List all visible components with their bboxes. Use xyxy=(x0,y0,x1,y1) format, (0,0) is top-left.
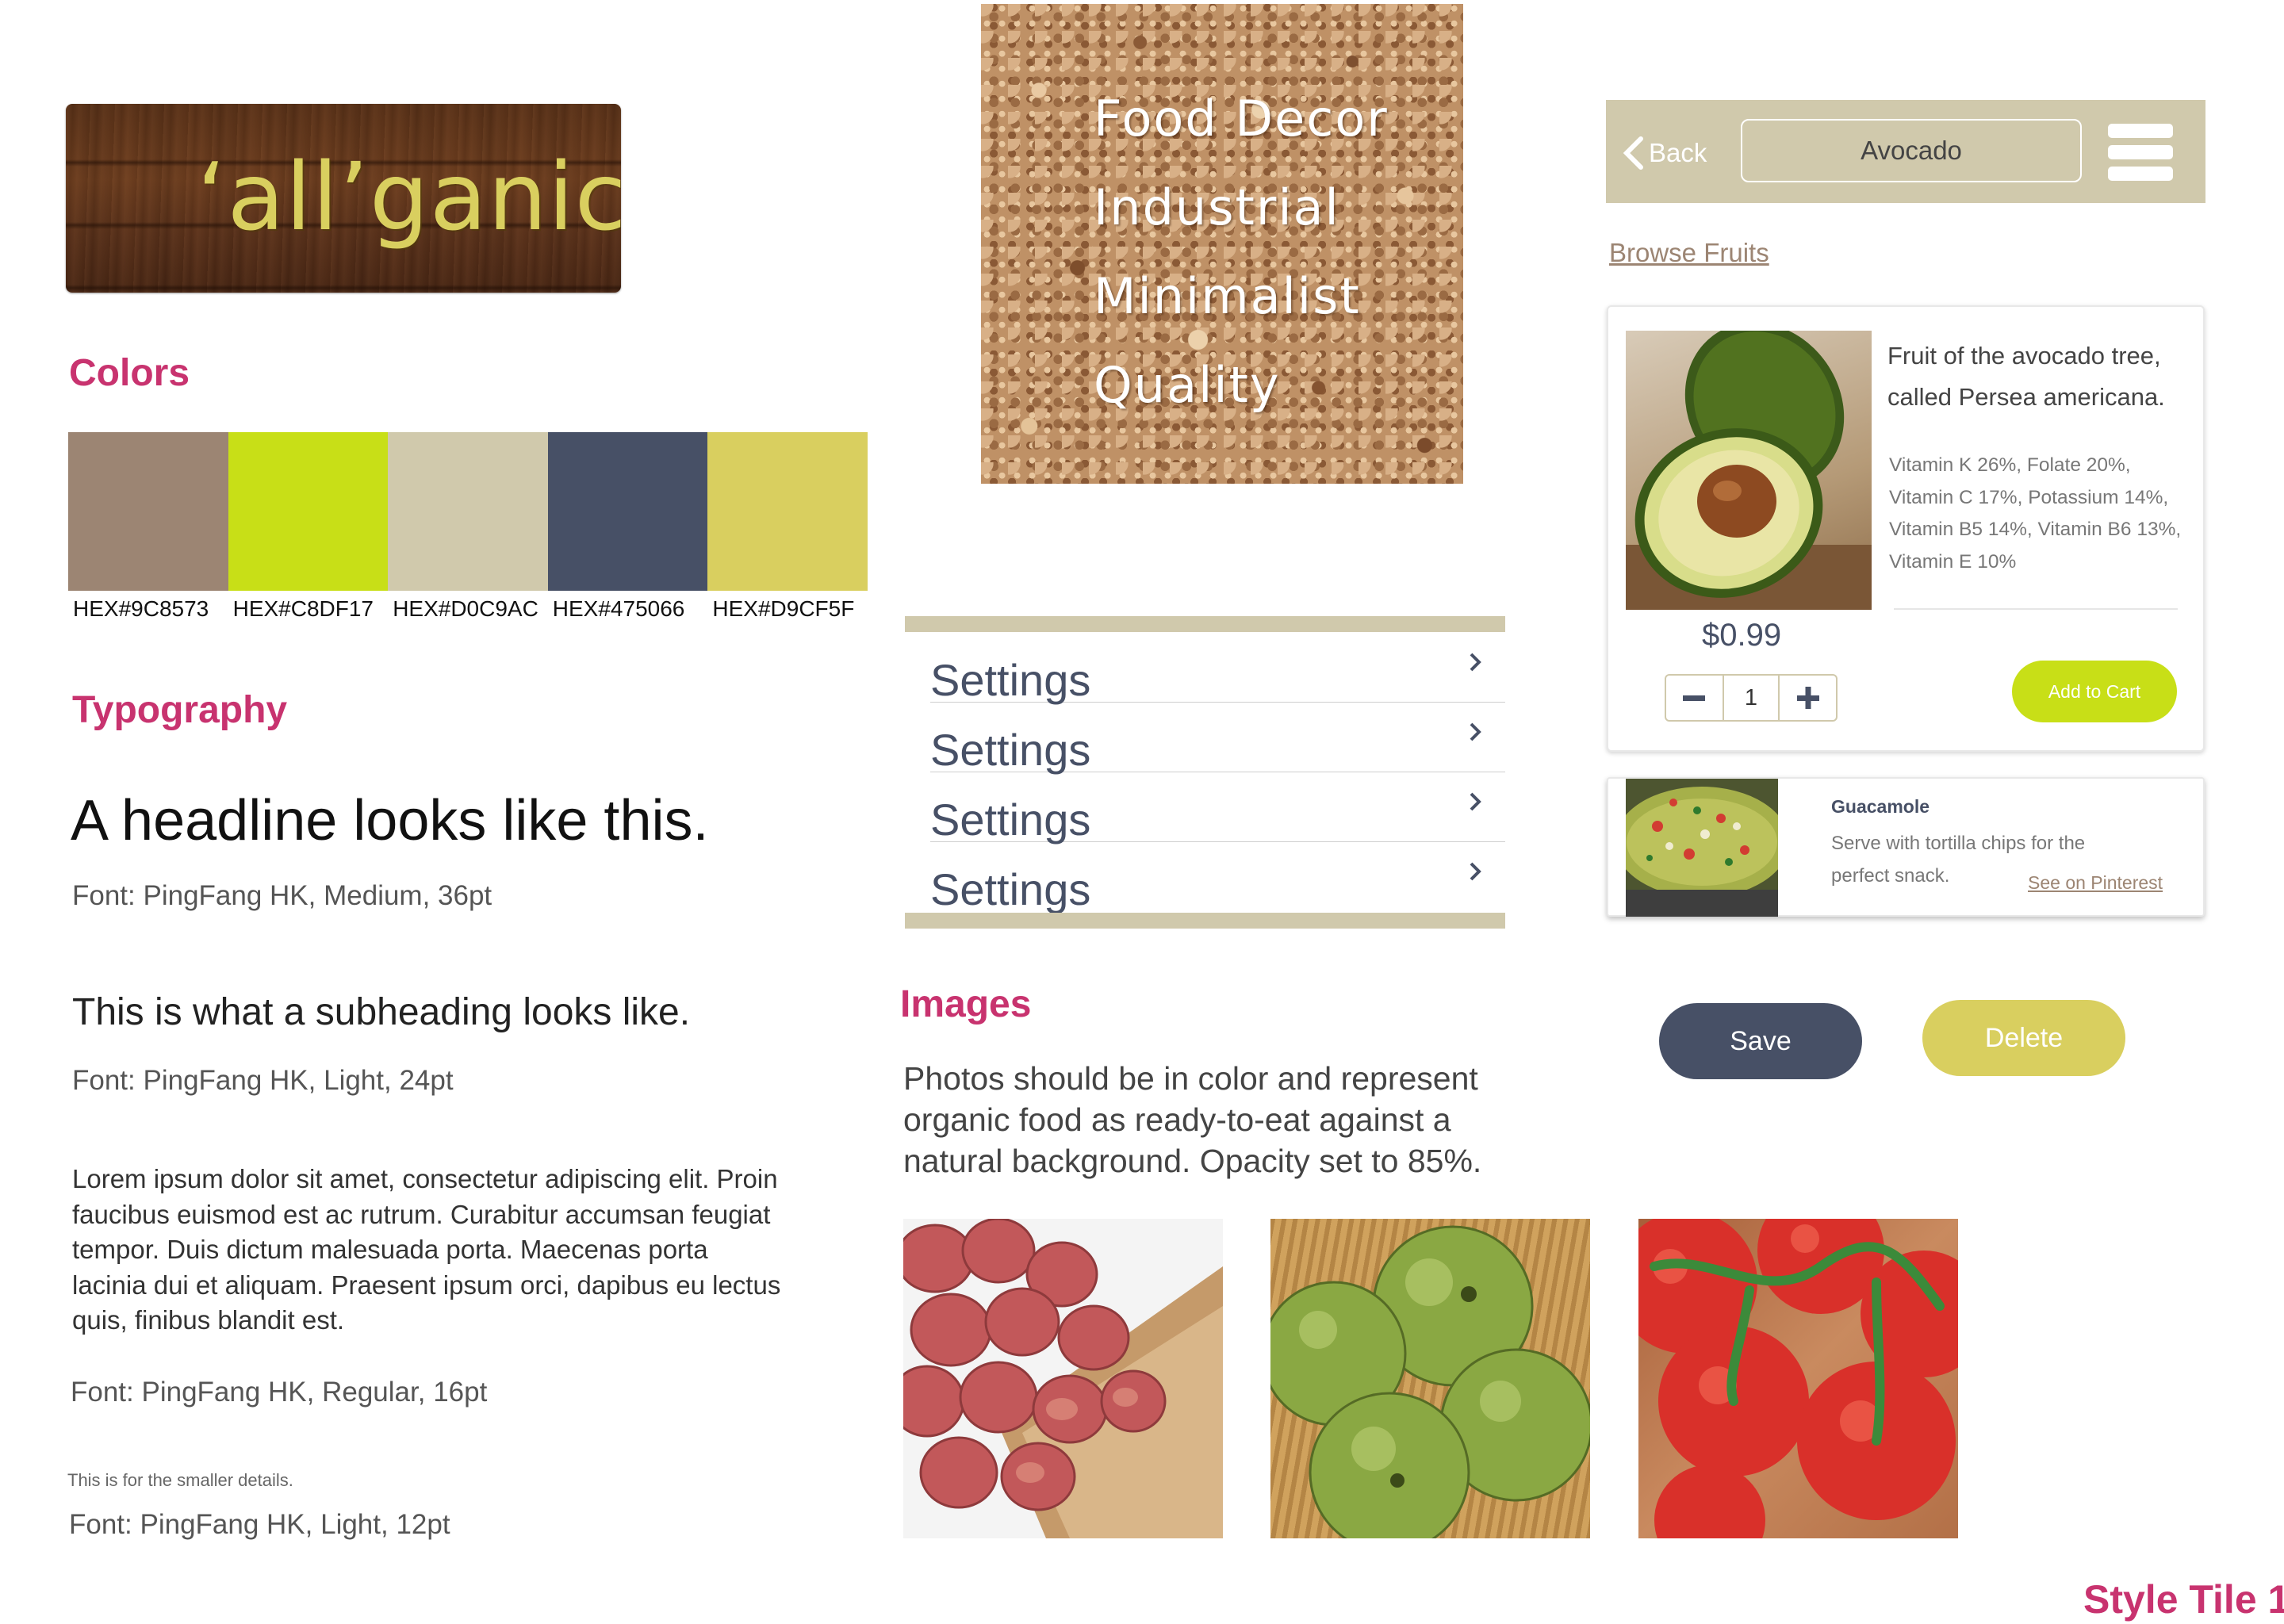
tomatoes-photo xyxy=(1638,1219,1958,1538)
color-swatch-labels: HEX#9C8573 HEX#C8DF17 HEX#D0C9AC HEX#475… xyxy=(68,596,885,622)
cork-mood-board: Food Decor Industrial Minimalist Quality xyxy=(981,4,1463,484)
apples-illustration xyxy=(1270,1225,1590,1538)
settings-row-label: Settings xyxy=(930,795,1091,845)
settings-list: Settings Settings Settings Settings xyxy=(905,616,1505,929)
small-sample: This is for the smaller details. xyxy=(67,1470,293,1490)
settings-row-label: Settings xyxy=(930,725,1091,775)
guacamole-photo xyxy=(1626,779,1778,917)
swatch-label: HEX#C8DF17 xyxy=(232,596,374,621)
product-card: Fruit of the avocado tree, called Persea… xyxy=(1607,305,2205,752)
small-font-spec: Font: PingFang HK, Light, 12pt xyxy=(69,1509,450,1540)
body-font-spec: Font: PingFang HK, Regular, 16pt xyxy=(71,1377,488,1408)
settings-top-bar xyxy=(905,616,1505,632)
color-swatch xyxy=(68,432,228,591)
swatch-label: HEX#475066 xyxy=(552,596,685,621)
color-swatch xyxy=(707,432,868,591)
quantity-stepper: 1 xyxy=(1665,674,1838,722)
product-nutrition: Vitamin K 26%, Folate 20%, Vitamin C 17%… xyxy=(1889,454,2182,573)
divider xyxy=(1894,608,2178,610)
swatch-label: HEX#D0C9AC xyxy=(393,596,538,621)
tomatoes-illustration xyxy=(1638,1219,1958,1538)
chevron-right-icon xyxy=(1470,792,1481,811)
headline-font-spec: Font: PingFang HK, Medium, 36pt xyxy=(72,880,492,911)
chevron-right-icon xyxy=(1470,862,1481,881)
avocado-photo xyxy=(1626,331,1872,610)
delete-button[interactable]: Delete xyxy=(1922,1000,2125,1076)
color-swatch xyxy=(228,432,389,591)
plus-icon[interactable] xyxy=(1780,676,1836,720)
images-description: Photos should be in color and represent … xyxy=(903,1060,1482,1179)
settings-row[interactable]: Settings xyxy=(930,702,1505,775)
back-button[interactable]: Back xyxy=(1622,132,1707,174)
chevron-right-icon xyxy=(1470,653,1481,672)
chevron-left-icon xyxy=(1623,136,1643,170)
color-swatch xyxy=(547,432,708,591)
mood-word: Quality xyxy=(1094,356,1281,414)
menu-icon[interactable] xyxy=(2108,124,2173,181)
settings-row-label: Settings xyxy=(930,864,1091,914)
recipe-card: Guacamole Serve with tortilla chips for … xyxy=(1607,777,2205,917)
headline-sample: A headline looks like this. xyxy=(71,789,709,852)
lychee-photo xyxy=(903,1219,1223,1538)
logo-text: ‘all’ganic xyxy=(197,142,621,251)
add-to-cart-button[interactable]: Add to Cart xyxy=(2012,661,2177,722)
browse-fruits-link[interactable]: Browse Fruits xyxy=(1609,238,1769,268)
settings-bottom-bar xyxy=(905,913,1505,929)
save-button[interactable]: Save xyxy=(1659,1003,1862,1079)
images-heading: Images xyxy=(900,983,1032,1025)
colors-heading: Colors xyxy=(69,352,190,394)
typography-heading: Typography xyxy=(72,689,288,731)
settings-row[interactable]: Settings xyxy=(930,841,1505,914)
chevron-right-icon xyxy=(1470,722,1481,741)
color-swatch xyxy=(388,432,548,591)
quantity-value[interactable]: 1 xyxy=(1722,676,1780,720)
logo-banner: ‘all’ganic xyxy=(66,104,621,293)
subheading-sample: This is what a subheading looks like. xyxy=(72,991,691,1033)
search-input[interactable]: Avocado xyxy=(1741,119,2082,182)
mobile-header: Back Avocado xyxy=(1606,100,2205,203)
subheading-font-spec: Font: PingFang HK, Light, 24pt xyxy=(72,1065,454,1096)
back-label: Back xyxy=(1649,138,1707,167)
mood-word: Industrial xyxy=(1094,178,1340,236)
recipe-title: Guacamole xyxy=(1831,796,1930,817)
body-sample: Lorem ipsum dolor sit amet, consectetur … xyxy=(72,1164,781,1335)
swatch-label: HEX#9C8573 xyxy=(73,596,209,621)
swatch-label: HEX#D9CF5F xyxy=(712,596,855,621)
style-tile-label: Style Tile 1 xyxy=(2083,1577,2284,1622)
guacamole-illustration xyxy=(1626,779,1778,917)
color-swatches xyxy=(68,432,868,591)
lychee-illustration xyxy=(903,1219,1223,1538)
product-price: $0.99 xyxy=(1702,618,1782,653)
settings-row-label: Settings xyxy=(930,655,1091,705)
see-on-pinterest-link[interactable]: See on Pinterest xyxy=(2028,872,2163,894)
mood-word: Food Decor xyxy=(1094,90,1389,147)
avocado-illustration xyxy=(1626,331,1872,610)
product-description: Fruit of the avocado tree, called Persea… xyxy=(1887,342,2165,411)
settings-row[interactable]: Settings xyxy=(930,632,1505,705)
mood-word: Minimalist xyxy=(1094,267,1361,325)
settings-row[interactable]: Settings xyxy=(930,772,1505,845)
minus-icon[interactable] xyxy=(1666,676,1723,720)
green-apples-photo xyxy=(1270,1219,1590,1538)
